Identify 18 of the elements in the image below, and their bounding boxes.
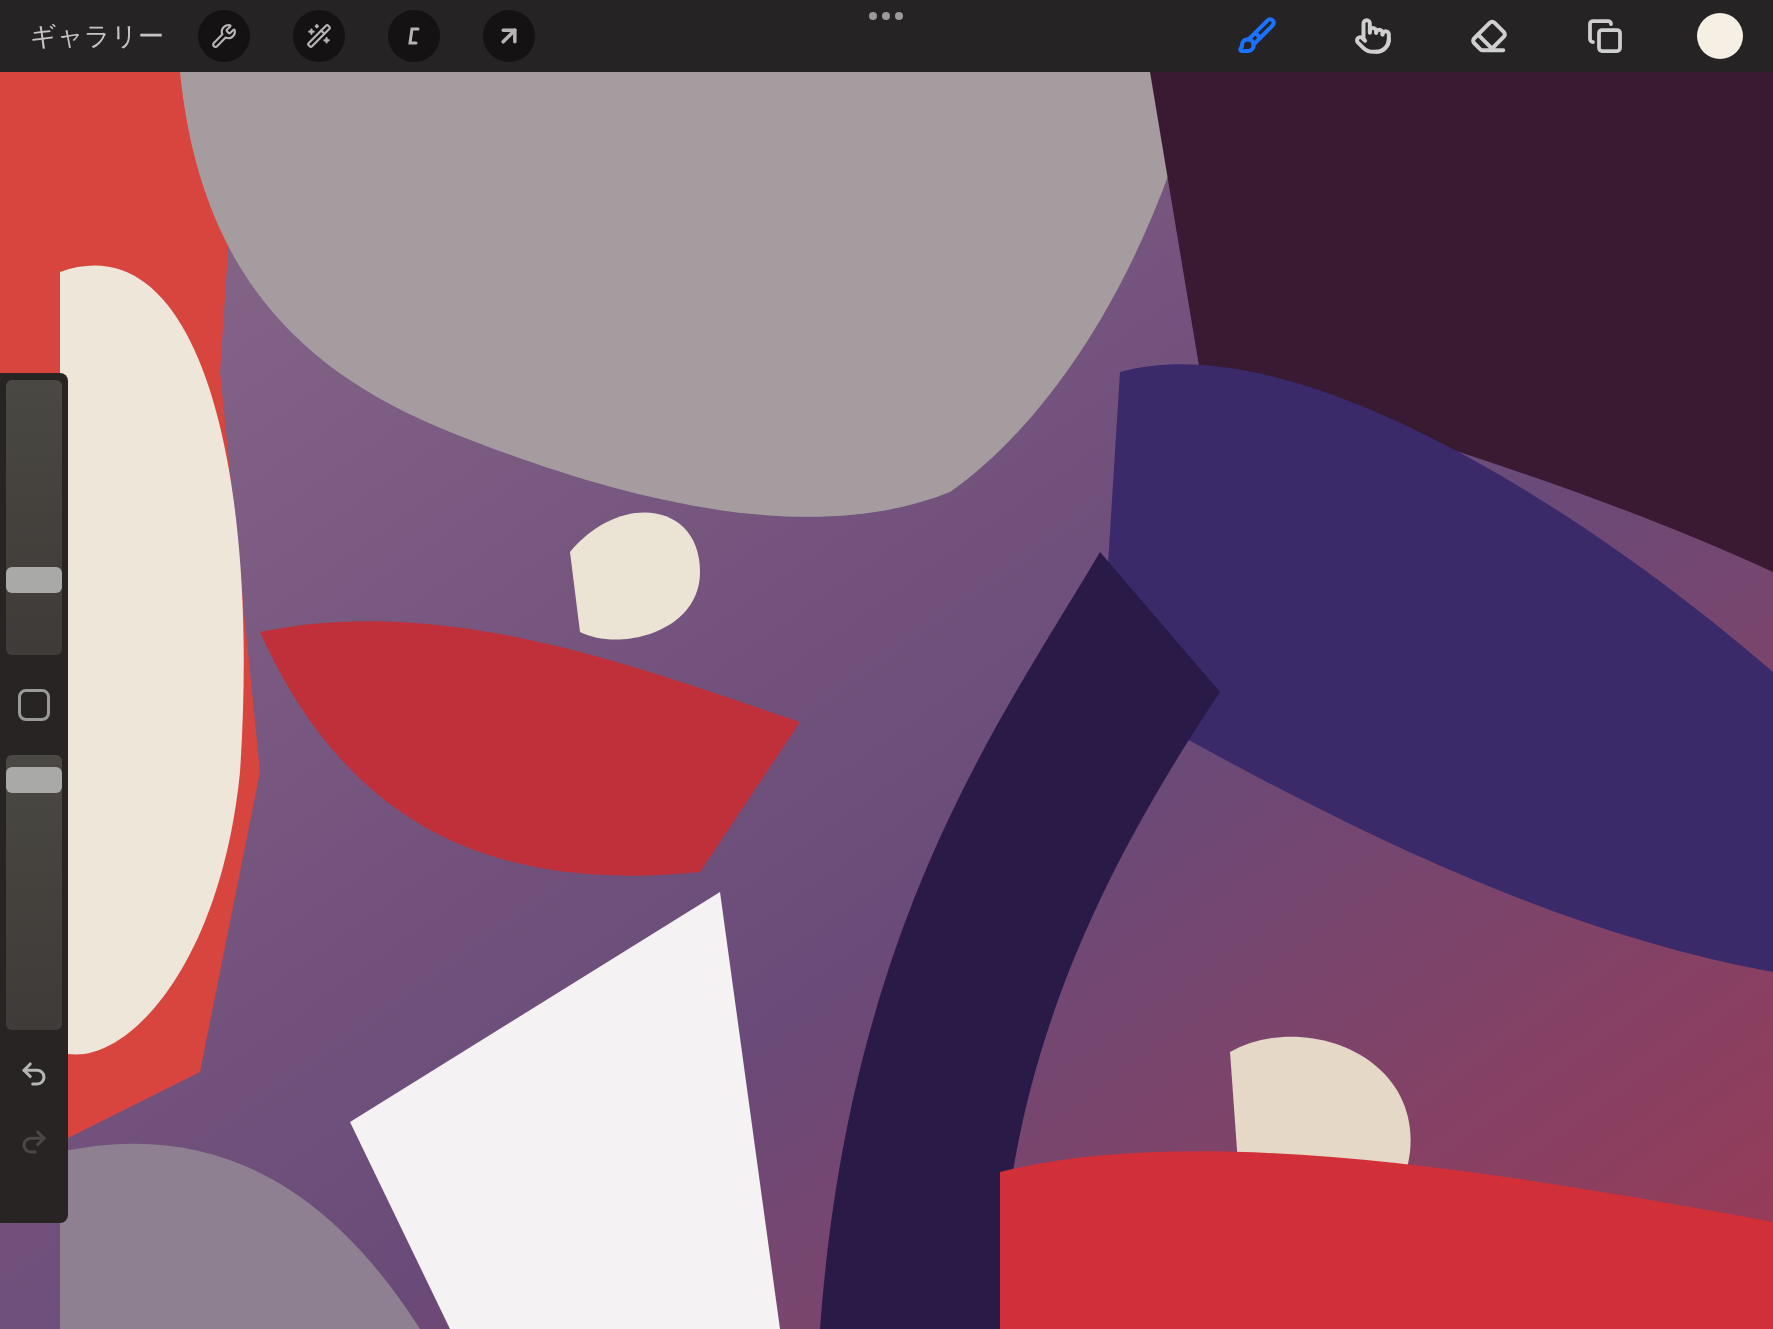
opacity-slider[interactable] xyxy=(6,755,62,1030)
tool-button[interactable] xyxy=(293,10,345,62)
gallery-link[interactable]: ギャラリー xyxy=(30,16,164,56)
brush-icon xyxy=(1237,16,1277,56)
finger-icon xyxy=(1354,17,1392,55)
magic-wand-icon xyxy=(306,23,332,49)
layers-icon xyxy=(1587,18,1623,54)
eraser-icon xyxy=(1470,17,1508,55)
brush-size-slider[interactable] xyxy=(6,380,62,655)
color-swatch[interactable] xyxy=(1697,13,1743,59)
slider-thumb[interactable] xyxy=(6,767,62,794)
slider-thumb[interactable] xyxy=(6,566,62,593)
wrench-icon xyxy=(211,23,237,49)
more-icon[interactable] xyxy=(868,11,904,21)
tool-button[interactable] xyxy=(388,10,440,62)
modify-button[interactable] xyxy=(18,689,50,721)
tool-button[interactable] xyxy=(198,10,250,62)
tool-button[interactable] xyxy=(483,10,535,62)
